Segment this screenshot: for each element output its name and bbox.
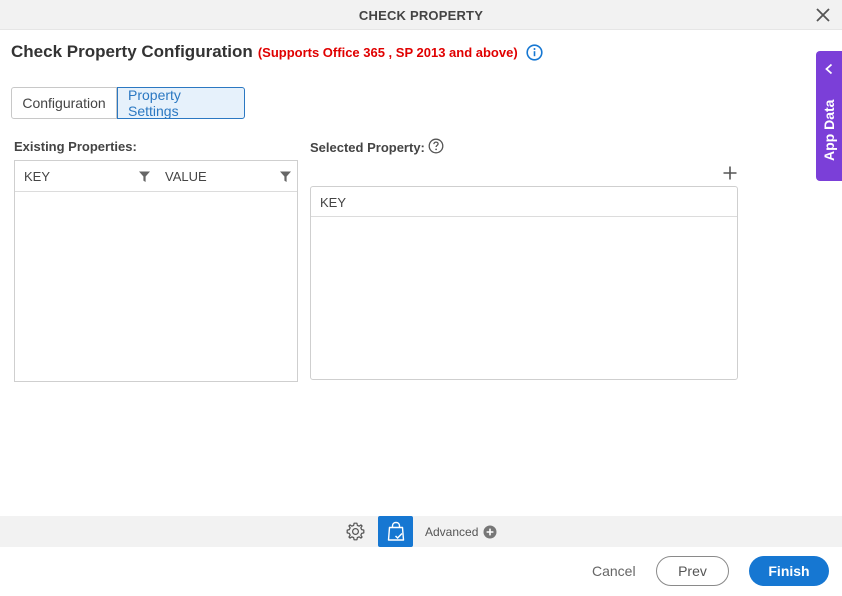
tab-configuration[interactable]: Configuration [11,87,117,119]
add-circle-icon[interactable] [483,525,497,539]
app-data-bag-button[interactable] [378,516,413,547]
page-title: Check Property Configuration [11,42,253,61]
grid-header: KEY [311,187,737,217]
existing-properties-grid: KEY VALUE [14,160,298,382]
support-note: (Supports Office 365 , SP 2013 and above… [257,44,518,60]
filter-icon[interactable] [138,170,151,183]
window-title: CHECK PROPERTY [358,8,484,23]
help-icon[interactable] [428,138,444,154]
selected-property-grid: KEY [310,186,738,380]
column-header-key[interactable]: KEY [320,187,346,217]
title-bar: CHECK PROPERTY [0,0,842,30]
close-icon[interactable] [814,6,832,24]
app-data-label: App Data [821,99,837,161]
existing-properties-label: Existing Properties: [14,139,137,154]
app-data-panel-toggle[interactable]: App Data [816,51,842,181]
finish-button[interactable]: Finish [749,556,829,586]
chevron-left-icon [825,63,833,75]
selected-property-label: Selected Property: [310,140,425,155]
shopping-bag-check-icon [387,521,405,541]
tab-bar: Configuration Property Settings [11,87,245,119]
grid-header: KEY VALUE [15,161,297,192]
info-icon[interactable] [526,43,543,61]
cancel-button[interactable]: Cancel [592,563,636,579]
filter-icon[interactable] [279,170,292,183]
advanced-label[interactable]: Advanced [425,525,478,539]
gear-icon[interactable] [345,521,366,542]
prev-button[interactable]: Prev [656,556,729,586]
plus-icon[interactable] [722,165,738,181]
bottom-toolbar: Advanced [0,516,842,547]
page-heading: Check Property Configuration (Supports O… [11,41,543,63]
column-header-value[interactable]: VALUE [165,161,207,192]
column-header-key[interactable]: KEY [24,161,50,192]
tab-property-settings[interactable]: Property Settings [117,87,245,119]
